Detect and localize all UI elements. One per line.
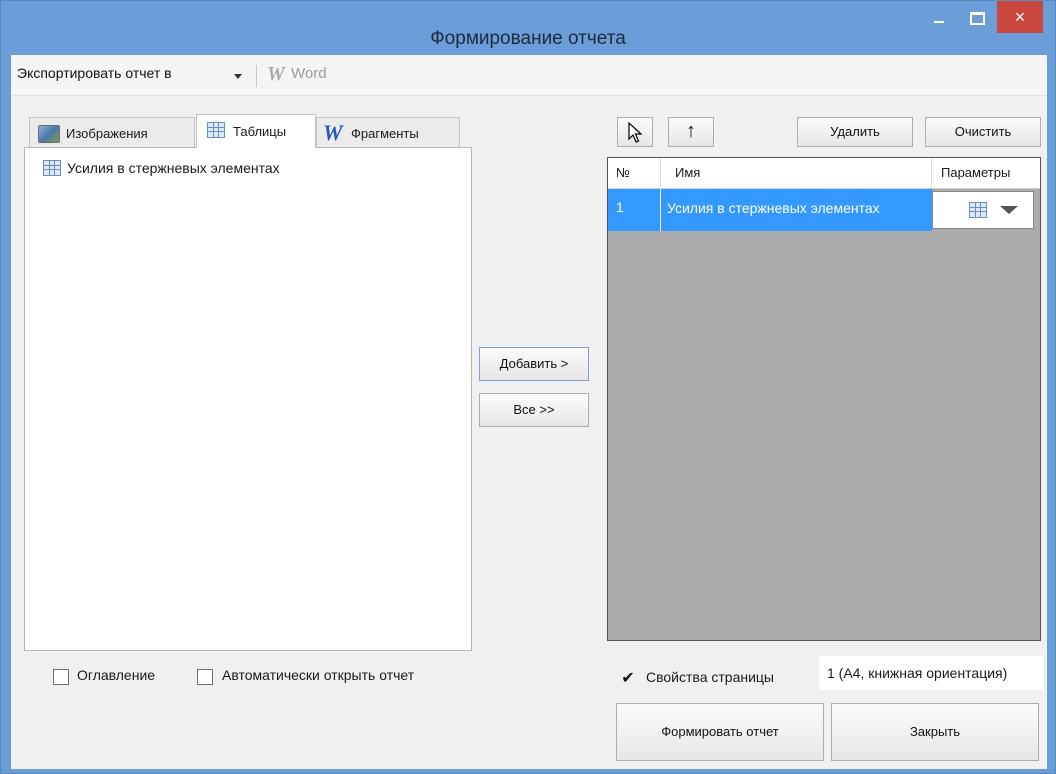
move-down-button[interactable] (617, 117, 653, 147)
close-button[interactable]: Закрыть (831, 703, 1039, 761)
table-row[interactable]: 1 Усилия в стержневых элементах (608, 189, 1040, 231)
dialog-body: Экспортировать отчет в W Word Изображени… (11, 55, 1047, 769)
table-icon (969, 202, 987, 218)
add-all-button[interactable]: Все >> (479, 393, 589, 427)
image-icon (38, 125, 60, 143)
move-up-button[interactable]: ↑ (668, 117, 714, 147)
tab-images-label: Изображения (66, 126, 148, 141)
export-word-button[interactable]: Word (291, 65, 327, 82)
table-icon (43, 160, 61, 176)
maximize-button[interactable] (959, 1, 995, 33)
title-bar[interactable]: Формирование отчета × (1, 1, 1055, 55)
clear-button[interactable]: Очистить (925, 117, 1041, 147)
auto-open-checkbox[interactable] (197, 669, 213, 685)
export-report-dropdown[interactable]: Экспортировать отчет в (17, 65, 172, 81)
toolbar: Экспортировать отчет в W Word (11, 55, 1047, 96)
column-header-name[interactable]: Имя (661, 158, 932, 188)
delete-button[interactable]: Удалить (797, 117, 913, 147)
minimize-button[interactable] (921, 1, 957, 33)
available-tables-list[interactable]: Усилия в стержневых элементах (24, 147, 472, 651)
tab-tables[interactable]: Таблицы (196, 114, 316, 148)
window-title: Формирование отчета (430, 28, 626, 49)
tab-tables-label: Таблицы (233, 124, 287, 139)
page-properties-label: Свойства страницы (646, 669, 774, 685)
tab-images[interactable]: Изображения (29, 117, 195, 148)
tab-fragments[interactable]: W Фрагменты (316, 117, 460, 148)
row-number-cell[interactable]: 1 (608, 189, 661, 231)
tab-fragments-label: Фрагменты (351, 126, 419, 141)
generate-report-button[interactable]: Формировать отчет (616, 703, 824, 761)
add-button[interactable]: Добавить > (479, 347, 589, 381)
mouse-cursor-icon (628, 122, 643, 143)
toc-checkbox-label: Оглавление (77, 667, 156, 683)
list-item-label: Усилия в стержневых элементах (67, 160, 280, 176)
toc-checkbox[interactable] (53, 669, 69, 685)
close-window-button[interactable]: × (997, 1, 1043, 33)
auto-open-checkbox-label: Автоматически открыть отчет (222, 667, 415, 683)
grid-header: № Имя Параметры (608, 158, 1040, 189)
column-header-parameters[interactable]: Параметры (932, 158, 1040, 188)
page-properties-field[interactable]: 1 (А4, книжная ориентация) (819, 656, 1043, 690)
chevron-down-icon[interactable] (1000, 206, 1018, 214)
word-icon: W (323, 120, 343, 145)
word-icon: W (267, 63, 285, 85)
report-contents-grid[interactable]: № Имя Параметры 1 Усилия в стержневых эл… (607, 157, 1041, 641)
report-window: Формирование отчета × Экспортировать отч… (0, 0, 1056, 774)
parameters-dropdown[interactable] (932, 191, 1034, 229)
toolbar-separator (256, 65, 257, 87)
dropdown-arrow-icon[interactable] (234, 74, 242, 79)
column-header-number[interactable]: № (608, 158, 661, 188)
page-properties-checkbox[interactable]: ✔ (620, 671, 636, 687)
table-icon (207, 122, 225, 138)
row-name-cell[interactable]: Усилия в стержневых элементах (661, 189, 932, 231)
